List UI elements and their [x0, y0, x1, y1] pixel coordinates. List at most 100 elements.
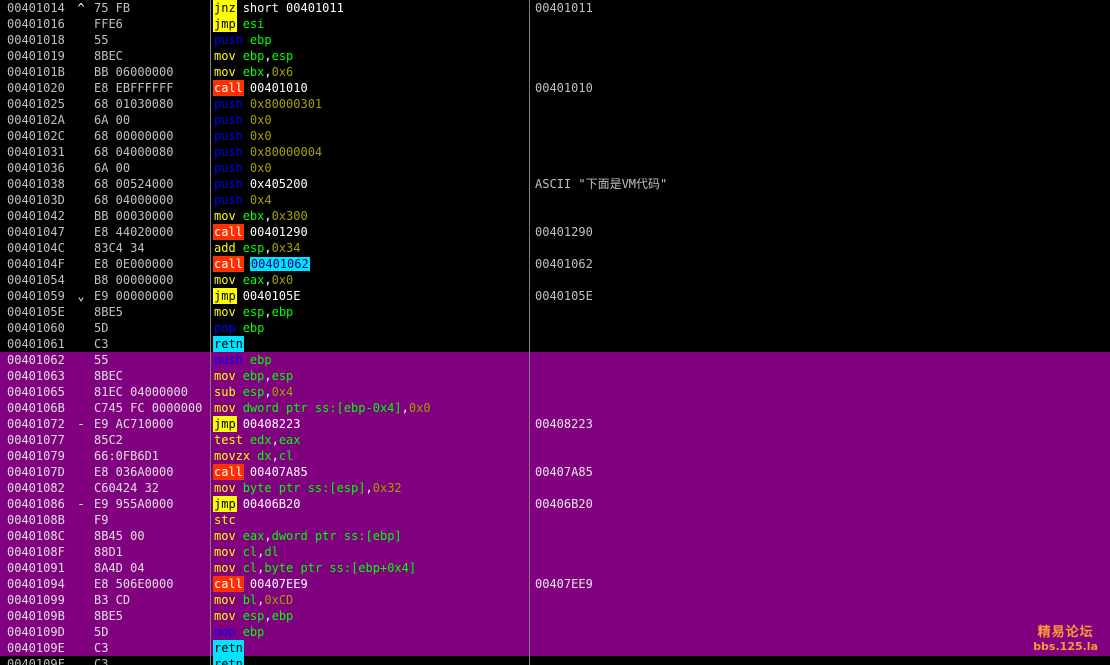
disasm-row[interactable]: 0040102C 68 00000000 push 0x0 [0, 128, 1110, 144]
address-text: 0040101B [7, 65, 65, 79]
address-text: 0040105E [7, 305, 65, 319]
disasm-row[interactable]: 00401061 C3 retn [0, 336, 1110, 352]
address-cell: 00401020 E8 EBFFFFFF [0, 80, 210, 96]
disasm-row[interactable]: 00401063 8BEC mov ebp,esp [0, 368, 1110, 384]
address-text: 00401036 [7, 161, 65, 175]
disasm-row[interactable]: 00401077 85C2 test edx,eax [0, 432, 1110, 448]
disasm-row[interactable]: 00401019 8BEC mov ebp,esp [0, 48, 1110, 64]
mnemonic: jmp [213, 16, 237, 32]
column-divider-address[interactable] [210, 0, 211, 665]
disasm-row[interactable]: 00401062 55 push ebp [0, 352, 1110, 368]
disasm-row[interactable]: 00401038 68 00524000 push 0x405200 ASCII "下面… [0, 176, 1110, 192]
disasm-row[interactable]: 0040103D 68 04000000 push 0x4 [0, 192, 1110, 208]
highlighted-jump-target[interactable]: 00401062 [249, 257, 310, 271]
disasm-row[interactable]: 0040109E C3 retn [0, 640, 1110, 656]
address-text: 0040109D [7, 625, 65, 639]
instruction-cell: push 0x405200 [213, 176, 529, 192]
address-cell: 00401054 B8 00000000 [0, 272, 210, 288]
disasm-row[interactable]: 00401099 B3 CD mov bl,0xCD [0, 592, 1110, 608]
address-text: 00401065 [7, 385, 65, 399]
instruction-cell: mov ebx,0x6 [213, 64, 529, 80]
instruction-cell: test edx,eax [213, 432, 529, 448]
disasm-row[interactable]: 0040101B BB 06000000 mov ebx,0x6 [0, 64, 1110, 80]
comment-cell: 0040105E [535, 289, 593, 303]
disasm-row[interactable]: 00401042 BB 00030000 mov ebx,0x300 [0, 208, 1110, 224]
disasm-row[interactable]: 0040107D E8 036A0000 call 00407A85 00407A85 [0, 464, 1110, 480]
disasm-row[interactable]: 00401018 55 push ebp [0, 32, 1110, 48]
disasm-row[interactable]: 0040108C 8B45 00 mov eax,dword ptr ss:[ebp] [0, 528, 1110, 544]
operand-token: ebp [242, 369, 265, 383]
operand-token: cl [242, 561, 258, 575]
address-cell: 00401065 81EC 04000000 [0, 384, 210, 400]
disasm-row[interactable]: 00401054 B8 00000000 mov eax,0x0 [0, 272, 1110, 288]
address-text: 00401018 [7, 33, 65, 47]
address-cell: 0040101B BB 06000000 [0, 64, 210, 80]
instruction-cell: mov eax,dword ptr ss:[ebp] [213, 528, 529, 544]
disasm-row[interactable]: 0040108B F9 stc [0, 512, 1110, 528]
operand-token: , [264, 305, 272, 319]
column-divider-disasm[interactable] [529, 0, 530, 665]
disasm-row[interactable]: 00401031 68 04000080 push 0x80000004 [0, 144, 1110, 160]
disasm-row[interactable]: 00401086- E9 955A0000 jmp 00406B20 00406B20 [0, 496, 1110, 512]
mnemonic: mov [214, 609, 236, 623]
operand-token: byte ptr ss:[esp] [242, 481, 366, 495]
disasm-row[interactable]: 0040108F 88D1 mov cl,dl [0, 544, 1110, 560]
instruction-cell: call 00401010 [213, 80, 529, 96]
disasm-row[interactable]: 00401059 ⌄ E9 00000000 jmp 0040105E 0040105E [0, 288, 1110, 304]
address-cell: 00401031 68 04000080 [0, 144, 210, 160]
disasm-row[interactable]: 00401060 5D pop ebp [0, 320, 1110, 336]
operands: 00401062 [249, 257, 310, 271]
disasm-row[interactable]: 00401016 FFE6 jmp esi [0, 16, 1110, 32]
disasm-row[interactable]: 0040105E 8BE5 mov esp,ebp [0, 304, 1110, 320]
address-cell: 00401072- E9 AC710000 [0, 416, 210, 432]
hex-bytes: 8BE5 [94, 609, 123, 623]
disasm-row[interactable]: 0040109F C3 retn [0, 656, 1110, 665]
disasm-row[interactable]: 00401020 E8 EBFFFFFF call 00401010 00401010 [0, 80, 1110, 96]
instruction-cell: push 0x0 [213, 128, 529, 144]
address-text: 00401020 [7, 81, 65, 95]
disasm-row[interactable]: 0040104C 83C4 34 add esp,0x34 [0, 240, 1110, 256]
mnemonic: test [214, 433, 243, 447]
disasm-row[interactable]: 00401079 66:0FB6D1 movzx dx,cl [0, 448, 1110, 464]
disasm-row[interactable]: 00401094 E8 506E0000 call 00407EE9 00407EE9 [0, 576, 1110, 592]
disasm-row[interactable]: 00401025 68 01030080 push 0x80000301 [0, 96, 1110, 112]
instruction-cell: mov ebp,esp [213, 48, 529, 64]
address-cell: 00401099 B3 CD [0, 592, 210, 608]
operand-token: 00401290 [249, 225, 308, 239]
operand-token: , [264, 49, 272, 63]
disasm-row[interactable]: 00401014 ^ 75 FB jnz short 00401011 00401011 [0, 0, 1110, 16]
disassembly-pane[interactable]: 00401014 ^ 75 FB jnz short 00401011 00401011 0… [0, 0, 1110, 665]
address-text: 00401094 [7, 577, 65, 591]
disasm-row[interactable]: 00401065 81EC 04000000 sub esp,0x4 [0, 384, 1110, 400]
mnemonic: pop [214, 625, 236, 639]
mnemonic: push [214, 129, 243, 143]
disasm-row[interactable]: 0040109D 5D pop ebp [0, 624, 1110, 640]
operand-token: esp [242, 385, 265, 399]
disasm-row[interactable]: 0040102A 6A 00 push 0x0 [0, 112, 1110, 128]
disasm-row[interactable]: 0040106B C745 FC 0000000 mov dword ptr ss:[… [0, 400, 1110, 416]
disasm-row[interactable]: 0040104F E8 0E000000 call 00401062 00401062 [0, 256, 1110, 272]
operands: ebp [250, 353, 272, 367]
mnemonic: push [214, 97, 243, 111]
disasm-row[interactable]: 00401047 E8 44020000 call 00401290 00401290 [0, 224, 1110, 240]
mnemonic: jmp [213, 288, 237, 304]
address-text: 00401042 [7, 209, 65, 223]
disasm-row[interactable]: 00401091 8A4D 04 mov cl,byte ptr ss:[ebp+0x… [0, 560, 1110, 576]
disasm-row[interactable]: 0040109B 8BE5 mov esp,ebp [0, 608, 1110, 624]
instruction-cell: push 0x80000004 [213, 144, 529, 160]
operand-token: esi [242, 17, 265, 31]
disasm-row[interactable]: 00401082 C60424 32 mov byte ptr ss:[esp],0x… [0, 480, 1110, 496]
disasm-row[interactable]: 00401036 6A 00 push 0x0 [0, 160, 1110, 176]
hex-bytes: F9 [94, 513, 109, 527]
operand-token: ebp [249, 353, 272, 367]
disasm-row[interactable]: 00401072- E9 AC710000 jmp 00408223 00408223 [0, 416, 1110, 432]
operands: 00401010 [250, 81, 308, 95]
operand-token: , [271, 433, 279, 447]
hex-bytes: E8 EBFFFFFF [94, 81, 174, 95]
address-cell: 00401036 6A 00 [0, 160, 210, 176]
forum-watermark: 精易论坛 bbs.125.la [1033, 625, 1098, 653]
operands: ebp [243, 321, 265, 335]
operand-token: 0x0 [249, 113, 272, 127]
mnemonic: push [214, 353, 243, 367]
address-text: 00401059 [7, 289, 65, 303]
